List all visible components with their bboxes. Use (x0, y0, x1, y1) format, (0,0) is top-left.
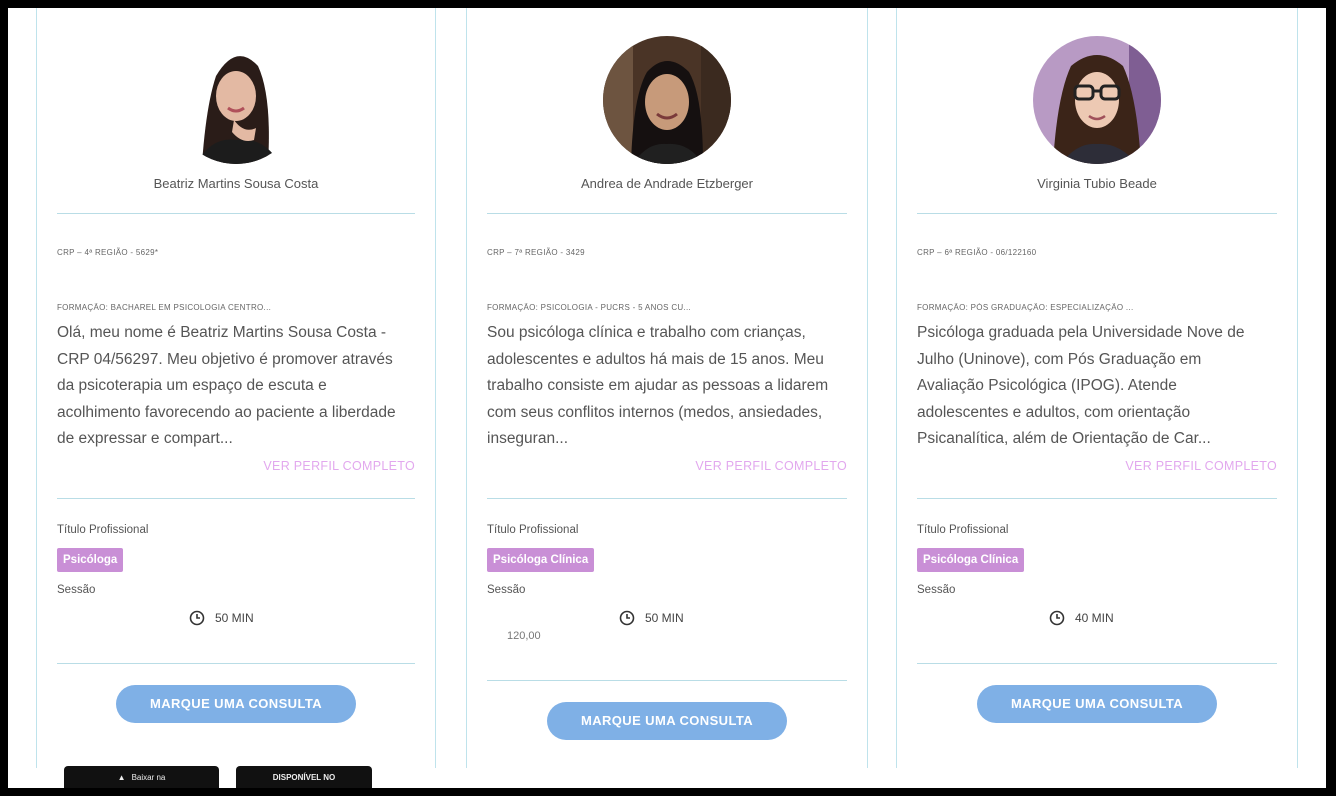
titulo-profissional-label: Título Profissional (57, 524, 149, 536)
sessao-label: Sessão (917, 584, 956, 596)
avatar[interactable] (603, 36, 731, 164)
sessao-label: Sessão (57, 584, 96, 596)
google-play-badge[interactable]: DISPONÍVEL NO (236, 766, 372, 788)
psychologist-name: Virginia Tubio Beade (1037, 176, 1157, 191)
clock-icon (619, 610, 635, 626)
divider (57, 663, 415, 664)
marque-consulta-button[interactable]: MARQUE UMA CONSULTA (116, 685, 356, 723)
crp-number: CRP – 6ª REGIÃO - 06/122160 (917, 248, 1037, 257)
divider (487, 498, 847, 499)
session-price: 120,00 (507, 630, 541, 642)
session-duration: 50 MIN (619, 610, 684, 626)
screen: Beatriz Martins Sousa Costa CRP – 4ª REG… (8, 8, 1326, 788)
avatar-photo-icon (603, 36, 731, 164)
titulo-profissional-label: Título Profissional (917, 524, 1009, 536)
store-badge-text: DISPONÍVEL NO (272, 772, 336, 782)
app-store-badge[interactable]: ▲ Baixar na (64, 766, 219, 788)
divider (487, 213, 847, 214)
clock-icon (189, 610, 205, 626)
titulo-badge: Psicóloga (57, 548, 124, 572)
titulo-badge: Psicóloga Clínica (917, 548, 1025, 572)
bio-text: Sou psicóloga clínica e trabalho com cri… (487, 324, 829, 447)
crp-number: CRP – 7ª REGIÃO - 3429 (487, 248, 585, 257)
ver-perfil-link[interactable]: VER PERFIL COMPLETO (695, 459, 847, 473)
psychologist-card: Andrea de Andrade Etzberger CRP – 7ª REG… (466, 8, 868, 768)
avatar-photo-icon (1033, 36, 1161, 164)
psychologist-name: Beatriz Martins Sousa Costa (153, 176, 319, 191)
ver-perfil-link[interactable]: VER PERFIL COMPLETO (1125, 459, 1277, 473)
divider (917, 213, 1277, 214)
divider (57, 213, 415, 214)
formacao: FORMAÇÃO: PÓS GRADUAÇÃO: ESPECIALIZAÇÃO … (917, 303, 1134, 312)
divider (917, 663, 1277, 664)
avatar-photo-icon (172, 36, 300, 164)
clock-icon (1049, 610, 1065, 626)
avatar[interactable] (1033, 36, 1161, 164)
store-badge-text: Baixar na (131, 772, 166, 782)
duration-text: 50 MIN (645, 611, 684, 625)
divider (57, 498, 415, 499)
psychologist-card: Virginia Tubio Beade CRP – 6ª REGIÃO - 0… (896, 8, 1298, 768)
formacao: FORMAÇÃO: PSICOLOGIA - PUCRS - 5 ANOS CU… (487, 303, 692, 312)
divider (487, 680, 847, 681)
psychologist-card: Beatriz Martins Sousa Costa CRP – 4ª REG… (36, 8, 436, 768)
avatar[interactable] (172, 36, 300, 164)
session-duration: 40 MIN (1049, 610, 1114, 626)
apple-icon: ▲ (117, 772, 126, 782)
divider (917, 498, 1277, 499)
duration-text: 50 MIN (215, 611, 254, 625)
bio-text: Olá, meu nome é Beatriz Martins Sousa Co… (57, 324, 396, 447)
marque-consulta-button[interactable]: MARQUE UMA CONSULTA (977, 685, 1217, 723)
crp-number: CRP – 4ª REGIÃO - 5629* (57, 248, 159, 257)
formacao: FORMAÇÃO: BACHAREL EM PSICOLOGIA CENTRO.… (57, 303, 272, 312)
marque-consulta-button[interactable]: MARQUE UMA CONSULTA (547, 702, 787, 740)
titulo-profissional-label: Título Profissional (487, 524, 579, 536)
session-duration: 50 MIN (189, 610, 254, 626)
psychologist-name: Andrea de Andrade Etzberger (580, 176, 753, 191)
ver-perfil-link[interactable]: VER PERFIL COMPLETO (263, 459, 415, 473)
bio-text: Psicóloga graduada pela Universidade Nov… (917, 324, 1245, 447)
sessao-label: Sessão (487, 584, 526, 596)
titulo-badge: Psicóloga Clínica (487, 548, 595, 572)
duration-text: 40 MIN (1075, 611, 1114, 625)
